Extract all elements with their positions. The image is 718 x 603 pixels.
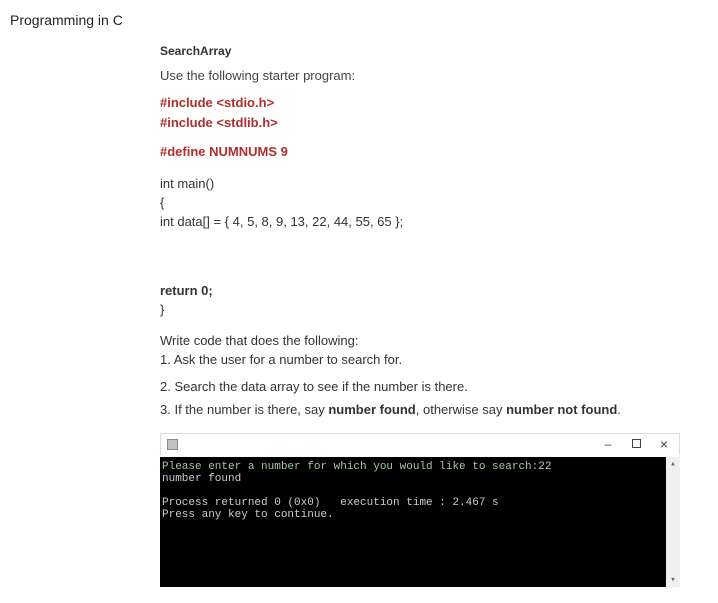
scroll-up-icon[interactable]: ▴ [666,457,680,471]
code-open-brace: { [160,195,698,210]
console-result-line: number found [162,473,241,485]
number-found-text: number found [328,402,415,417]
code-define: #define NUMNUMS 9 [160,142,698,162]
console-titlebar [160,433,680,455]
console-window: Please enter a number for which you woul… [160,433,680,587]
task-3: 3. If the number is there, say number fo… [160,402,698,417]
console-prompt-line: Please enter a number for which you woul… [162,461,538,473]
scroll-down-icon[interactable]: ▾ [666,573,680,587]
code-return: return 0; [160,283,698,298]
console-process-line: Process returned 0 (0x0) execution time … [162,497,499,509]
task-2: 2. Search the data array to see if the n… [160,379,698,394]
code-include-stdlib: #include <stdlib.h> [160,113,698,133]
tasks-intro: Write code that does the following: [160,333,698,348]
maximize-button[interactable] [629,437,643,451]
task-3-mid2: , otherwise say [416,402,506,417]
window-controls [601,436,671,452]
code-include-stdio: #include <stdio.h> [160,93,698,113]
number-not-found-text: number not found [506,402,617,417]
code-data-line: int data[] = { 4, 5, 8, 9, 13, 22, 44, 5… [160,214,698,229]
console-input-value: 22 [538,461,551,473]
console-press-key-line: Press any key to continue. [162,509,334,521]
minimize-button[interactable] [601,437,615,451]
close-button[interactable] [657,436,671,452]
console-app-icon [167,439,178,450]
maximize-icon [632,439,641,448]
section-heading: SearchArray [160,44,698,58]
page-title: Programming in C [0,0,718,36]
task-3-pre: 3. If the number is there, say [160,402,328,417]
content-area: SearchArray Use the following starter pr… [160,44,698,587]
code-close-brace: } [160,302,698,317]
console-scrollbar[interactable]: ▴ ▾ [666,457,680,587]
code-main-decl: int main() [160,176,698,191]
console-body: Please enter a number for which you woul… [160,457,680,587]
starter-label: Use the following starter program: [160,68,698,83]
task-1: 1. Ask the user for a number to search f… [160,352,698,367]
task-3-dot: . [617,402,621,417]
